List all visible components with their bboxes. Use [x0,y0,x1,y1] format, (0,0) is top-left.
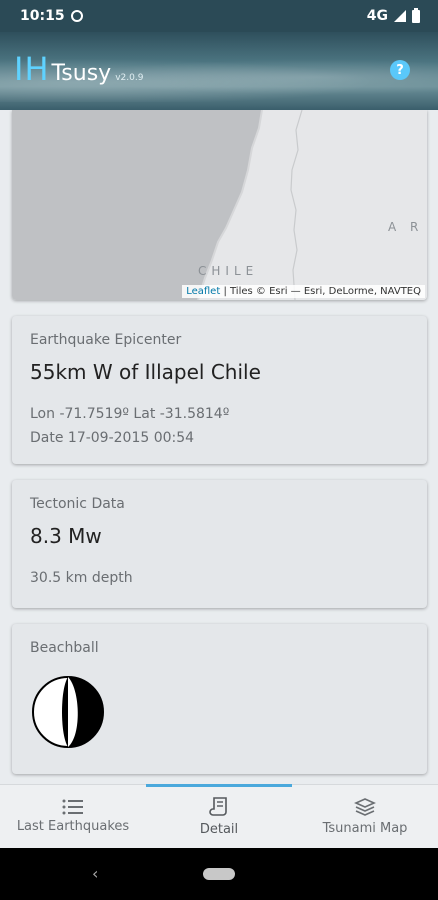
home-pill[interactable] [203,868,235,880]
epicenter-title: 55km W of Illapel Chile [30,360,261,384]
help-button[interactable]: ? [390,60,410,80]
epicenter-card: Earthquake Epicenter 55km W of Illapel C… [12,316,427,464]
epicenter-coordinates: Lon -71.7519º Lat -31.5814º [30,406,230,422]
detail-content[interactable]: CHILE A R Leaflet | Tiles © Esri — Esri,… [0,110,438,784]
battery-icon [412,7,420,23]
tectonic-card: Tectonic Data 8.3 Mw 30.5 km depth [12,480,427,608]
nav-detail[interactable]: Detail [146,784,292,848]
hotspot-icon [70,10,83,22]
tectonic-label: Tectonic Data [30,496,125,512]
app-version: v2.0.9 [115,73,144,83]
status-indicators: 4G [366,7,420,24]
layers-icon [354,798,376,816]
map-attribution: Leaflet | Tiles © Esri — Esri, DeLorme, … [182,285,425,298]
status-bar: 10:15 4G [0,0,438,32]
signal-icon [394,10,406,22]
nav-tsunami-map[interactable]: Tsunami Map [292,785,438,848]
status-time: 10:15 [20,8,65,24]
epicenter-label: Earthquake Epicenter [30,332,182,348]
help-icon: ? [396,62,404,78]
bottom-navigation: Last Earthquakes Detail Tsunami Map [0,784,438,848]
depth-value: 30.5 km depth [30,570,133,586]
back-chevron-icon[interactable]: ‹ [92,864,98,883]
app-header: IH Tsusy v2.0.9 ? [0,32,438,110]
nav-last-earthquakes[interactable]: Last Earthquakes [0,785,146,848]
list-icon [62,799,83,815]
magnitude-value: 8.3 Mw [30,524,102,548]
network-type: 4G [366,8,388,24]
epicenter-map[interactable]: CHILE A R Leaflet | Tiles © Esri — Esri,… [12,110,427,300]
nav-label: Tsunami Map [322,821,408,836]
epicenter-date: Date 17-09-2015 00:54 [30,430,195,446]
attribution-text: | Tiles © Esri — Esri, DeLorme, NAVTEQ [220,286,421,297]
map-label-chile: CHILE [198,264,259,278]
logo-ih: IH [14,50,50,88]
app-logo: IH Tsusy v2.0.9 [14,50,143,88]
beachball-icon [32,676,104,748]
app-name: Tsusy [51,61,112,86]
nav-label: Last Earthquakes [16,819,130,834]
scroll-icon [209,797,227,816]
beachball-label: Beachball [30,640,99,656]
active-tab-indicator [146,784,292,787]
nav-label: Detail [199,822,239,837]
leaflet-link[interactable]: Leaflet [186,286,220,297]
beachball-card: Beachball [12,624,427,774]
system-navigation-bar: ‹ [0,848,438,900]
map-label-argentina: A R [388,220,424,234]
